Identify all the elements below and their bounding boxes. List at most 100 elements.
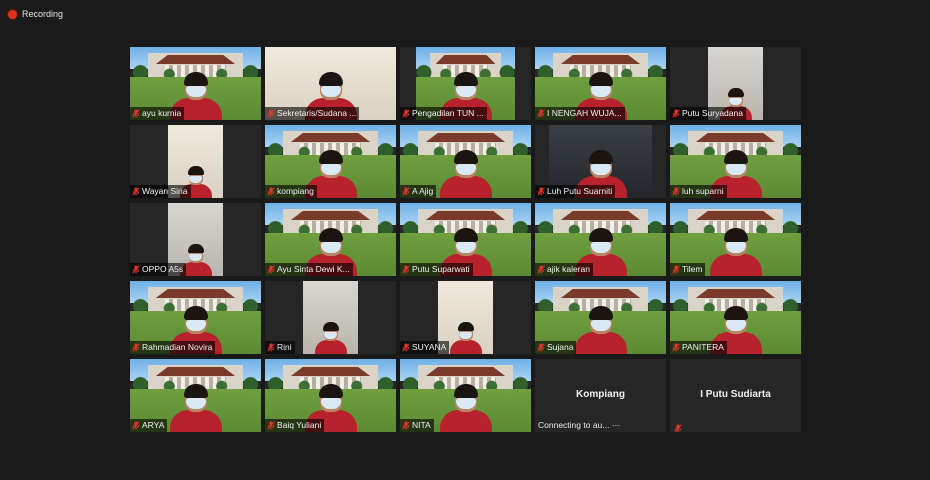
- participant-tile[interactable]: A Ajig: [400, 125, 531, 198]
- participant-name-label: PANITERA: [670, 341, 727, 354]
- participant-tile[interactable]: Sujana: [535, 281, 666, 354]
- participant-name: ayu kurnia: [142, 108, 182, 118]
- participant-tile[interactable]: luh suparni: [670, 125, 801, 198]
- participant-name: NITA: [412, 420, 431, 430]
- participant-tile[interactable]: Wayan Sina: [130, 125, 261, 198]
- mic-muted-icon: [537, 343, 545, 352]
- mic-muted-icon: [672, 187, 680, 196]
- mic-muted-icon: [402, 187, 410, 196]
- participant-tile[interactable]: Baiq Yuliani: [265, 359, 396, 432]
- participant-tile[interactable]: Tilem: [670, 203, 801, 276]
- mic-muted-icon: [402, 343, 410, 352]
- mic-muted-icon: [402, 265, 410, 274]
- participant-tile[interactable]: I NENGAH WUJA...: [535, 47, 666, 120]
- mic-muted-icon: [132, 421, 140, 430]
- participant-name-label: Baiq Yuliani: [265, 419, 325, 432]
- participant-person: [439, 384, 492, 432]
- participant-name: ajik kaleran: [547, 264, 590, 274]
- participant-name: A Ajig: [412, 186, 434, 196]
- mic-muted-icon: [402, 109, 410, 118]
- participant-tile[interactable]: PANITERA: [670, 281, 801, 354]
- participant-name-label: Pengadilan TUN ...: [400, 107, 487, 120]
- connecting-status: Connecting to au... ···: [538, 420, 621, 430]
- participant-tile[interactable]: kompiang: [265, 125, 396, 198]
- participant-person: [439, 150, 492, 198]
- mic-muted-icon: [267, 343, 275, 352]
- participant-name-label: I NENGAH WUJA...: [535, 107, 625, 120]
- participant-name-label: luh suparni: [670, 185, 727, 198]
- participant-name: kompiang: [277, 186, 314, 196]
- participant-name-label: Wayan Sina: [130, 185, 191, 198]
- participant-name-label: Rahmadian Novira: [130, 341, 216, 354]
- mic-muted-icon: [132, 109, 140, 118]
- participant-name-label: Luh Putu Suarniti: [535, 185, 616, 198]
- participant-tile[interactable]: SUYANA: [400, 281, 531, 354]
- participant-name-label: Sujana: [535, 341, 577, 354]
- mic-muted-icon: [537, 109, 545, 118]
- participant-name: Pengadilan TUN ...: [412, 108, 484, 118]
- participant-tile[interactable]: OPPO A5s: [130, 203, 261, 276]
- participant-name-label: ayu kurnia: [130, 107, 185, 120]
- participant-tile[interactable]: Rahmadian Novira: [130, 281, 261, 354]
- participant-name-label: Putu Suparwati: [400, 263, 473, 276]
- mic-muted-icon: [132, 265, 140, 274]
- participant-person: [314, 322, 347, 354]
- participant-tile[interactable]: Sekretaris/Sudana ...: [265, 47, 396, 120]
- participant-name: Luh Putu Suarniti: [547, 186, 613, 196]
- participant-name-label: SUYANA: [400, 341, 450, 354]
- mic-muted-icon: [267, 421, 275, 430]
- participant-name-label: Putu Suryadana: [670, 107, 746, 120]
- participant-tile[interactable]: Ayu Sinta Dewi K...: [265, 203, 396, 276]
- participant-name: OPPO A5s: [142, 264, 184, 274]
- mic-muted-icon: [674, 424, 682, 432]
- participant-name: Rahmadian Novira: [142, 342, 213, 352]
- mic-muted-icon: [672, 265, 680, 274]
- participant-person: [449, 322, 482, 354]
- participant-name: Ayu Sinta Dewi K...: [277, 264, 350, 274]
- participant-person: [709, 228, 762, 276]
- participant-name: I NENGAH WUJA...: [547, 108, 622, 118]
- participant-tile[interactable]: ajik kaleran: [535, 203, 666, 276]
- participant-name-center: I Putu Sudiarta: [700, 389, 771, 400]
- participant-tile[interactable]: Luh Putu Suarniti: [535, 125, 666, 198]
- mic-muted-icon: [267, 109, 275, 118]
- mic-muted-icon: [132, 187, 140, 196]
- participant-tile[interactable]: I Putu Sudiarta: [670, 359, 801, 432]
- participant-tile[interactable]: Pengadilan TUN ...: [400, 47, 531, 120]
- participant-name: PANITERA: [682, 342, 724, 352]
- participant-name: Sujana: [547, 342, 574, 352]
- mic-muted-icon: [402, 421, 410, 430]
- participant-name-label: ajik kaleran: [535, 263, 593, 276]
- participant-name: Sekretaris/Sudana ...: [277, 108, 357, 118]
- participant-tile[interactable]: ayu kurnia: [130, 47, 261, 120]
- participant-tile[interactable]: ARYA: [130, 359, 261, 432]
- participant-name: SUYANA: [412, 342, 447, 352]
- participant-name-label: Tilem: [670, 263, 706, 276]
- participant-name-label: Rini: [265, 341, 295, 354]
- participant-name-center: Kompiang: [576, 389, 625, 400]
- participant-name: luh suparni: [682, 186, 724, 196]
- participant-name: Putu Suparwati: [412, 264, 470, 274]
- participant-person: [169, 384, 222, 432]
- participant-name: Baiq Yuliani: [277, 420, 322, 430]
- mic-muted-icon: [672, 343, 680, 352]
- participant-name-label: Sekretaris/Sudana ...: [265, 107, 360, 120]
- participant-person: [574, 306, 627, 354]
- participant-name-label: Ayu Sinta Dewi K...: [265, 263, 353, 276]
- mic-muted-icon: [267, 187, 275, 196]
- participant-tile[interactable]: NITA: [400, 359, 531, 432]
- recording-label: Recording: [22, 9, 64, 19]
- participant-tile[interactable]: Rini: [265, 281, 396, 354]
- participant-name-label: ARYA: [130, 419, 168, 432]
- participant-tile[interactable]: Kompiang Connecting to au... ···: [535, 359, 666, 432]
- mic-muted-icon: [132, 343, 140, 352]
- participant-name: Rini: [277, 342, 292, 352]
- participant-name-label: A Ajig: [400, 185, 437, 198]
- participant-name-label: NITA: [400, 419, 434, 432]
- participant-tile[interactable]: Putu Suparwati: [400, 203, 531, 276]
- gallery-grid: ayu kurnia Sekretaris/Sudana ... Pengadila…: [130, 47, 801, 432]
- participant-tile[interactable]: Putu Suryadana: [670, 47, 801, 120]
- recording-indicator[interactable]: Recording: [8, 7, 63, 21]
- participant-name: Wayan Sina: [142, 186, 188, 196]
- participant-name: ARYA: [142, 420, 165, 430]
